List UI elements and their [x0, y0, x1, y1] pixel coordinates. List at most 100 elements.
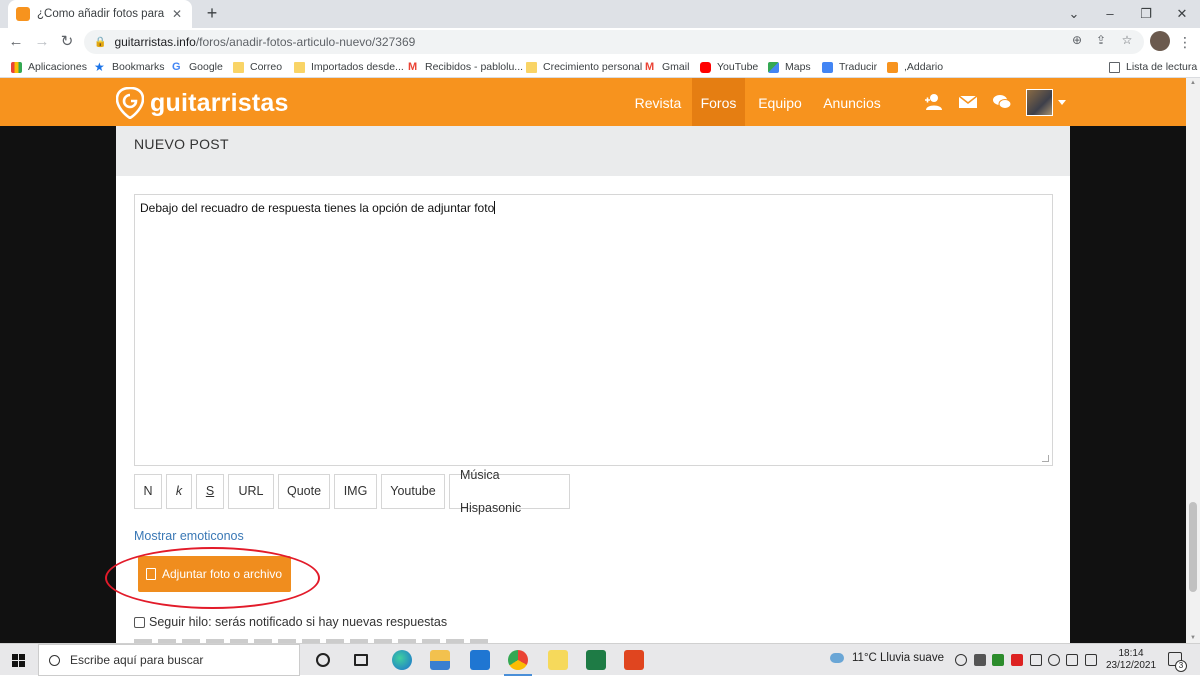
apps-icon — [11, 61, 22, 73]
bookmark-bookmarks[interactable]: ★ Bookmarks — [94, 59, 165, 75]
battery-icon[interactable] — [1030, 654, 1042, 666]
post-header: NUEVO POST — [116, 126, 1070, 176]
system-clock[interactable]: 18:14 23/12/2021 — [1106, 648, 1156, 672]
close-window-button[interactable]: ✕ — [1172, 4, 1192, 24]
browser-tab-strip: ¿Como añadir fotos para un artículo ✕ + … — [0, 0, 1200, 28]
content-panel: NUEVO POST Debajo del recuadro de respue… — [105, 126, 1070, 643]
bookmark-addario[interactable]: ,Addario — [887, 59, 943, 75]
tab-search-icon[interactable]: ⌄ — [1064, 4, 1084, 24]
translate-icon — [822, 61, 833, 73]
bookmarks-bar: Aplicaciones ★ Bookmarks G Google Correo I… — [0, 56, 1200, 78]
address-bar[interactable]: 🔒 guitarristas.info/foros/anadir-fotos-a… — [84, 30, 1144, 54]
scroll-up-icon[interactable]: ▲ — [1189, 80, 1197, 86]
add-user-icon[interactable] — [924, 92, 944, 112]
nav-revista[interactable]: Revista — [626, 78, 690, 126]
bookmark-google[interactable]: G Google — [172, 59, 223, 75]
site-logo[interactable]: guitarristas — [116, 87, 289, 119]
reading-list[interactable]: Lista de lectura — [1109, 59, 1197, 75]
bookmark-gmail[interactable]: M Gmail — [645, 59, 689, 75]
scroll-down-icon[interactable]: ▼ — [1189, 635, 1197, 641]
office-icon[interactable] — [624, 650, 644, 670]
chrome-icon[interactable] — [504, 650, 532, 676]
close-tab-icon[interactable]: ✕ — [170, 7, 184, 21]
url-path: /foros/anadir-fotos-articulo-nuevo/32736… — [195, 35, 416, 49]
speaker-icon[interactable] — [1066, 654, 1078, 666]
browser-tab[interactable]: ¿Como añadir fotos para un artículo ✕ — [8, 0, 192, 28]
taskbar-search-input[interactable]: Escribe aquí para buscar — [38, 644, 300, 676]
logo-text: guitarristas — [150, 88, 289, 117]
follow-thread-label[interactable]: Seguir hilo: serás notificado si hay nue… — [149, 615, 447, 629]
user-avatar[interactable] — [1026, 89, 1053, 116]
profile-avatar[interactable] — [1150, 31, 1170, 51]
star-icon: ★ — [94, 59, 105, 74]
site-header: guitarristas Revista Foros Equipo Anunci… — [0, 78, 1186, 126]
quote-button[interactable]: Quote — [278, 474, 330, 509]
post-body-text: Debajo del recuadro de respuesta tienes … — [140, 201, 495, 215]
tray-cloud-icon[interactable] — [955, 654, 967, 666]
excel-icon[interactable] — [586, 650, 606, 670]
notes-app-icon[interactable] — [548, 650, 568, 670]
bookmark-importados[interactable]: Importados desde... — [294, 59, 404, 75]
nav-anuncios[interactable]: Anuncios — [815, 78, 889, 126]
share-icon[interactable]: ⇪ — [1092, 32, 1110, 48]
bookmark-maps[interactable]: Maps — [768, 59, 811, 75]
folder-icon — [526, 61, 537, 73]
zoom-icon[interactable]: ⊕ — [1068, 32, 1086, 48]
antivirus-icon[interactable] — [1011, 654, 1023, 666]
bookmark-traducir[interactable]: Traducir — [822, 59, 877, 75]
nav-equipo[interactable]: Equipo — [748, 78, 812, 126]
url-button[interactable]: URL — [228, 474, 274, 509]
bookmark-recibidos[interactable]: M Recibidos - pablolu... — [408, 59, 523, 75]
guitar-pick-icon — [116, 87, 144, 119]
clock-time: 18:14 — [1118, 648, 1144, 659]
edge-icon[interactable] — [392, 650, 412, 670]
keyboard-icon[interactable] — [1085, 654, 1097, 666]
search-icon — [49, 654, 60, 666]
page-scrollbar[interactable]: ▲ ▼ — [1186, 78, 1200, 643]
windows-taskbar: Escribe aquí para buscar 11°C Lluvia sua… — [0, 643, 1200, 676]
scroll-thumb[interactable] — [1189, 502, 1197, 592]
underline-button[interactable]: S — [196, 474, 224, 509]
windows-start-icon[interactable] — [12, 654, 25, 667]
chat-icon[interactable] — [992, 92, 1012, 112]
gmail-icon: M — [408, 60, 418, 73]
file-explorer-icon[interactable] — [430, 650, 450, 670]
browser-menu-icon[interactable]: ⋮ — [1178, 32, 1192, 52]
back-icon[interactable]: ← — [6, 32, 26, 52]
reading-list-icon — [1109, 61, 1120, 73]
musica-hispasonic-button[interactable]: Música Hispasonic — [449, 468, 570, 515]
web-page: guitarristas Revista Foros Equipo Anunci… — [0, 78, 1186, 643]
post-textarea[interactable]: Debajo del recuadro de respuesta tienes … — [134, 194, 1053, 466]
network-icon[interactable] — [1048, 654, 1060, 666]
italic-button[interactable]: k — [166, 474, 192, 509]
bookmark-star-icon[interactable]: ☆ — [1118, 32, 1136, 48]
reload-icon[interactable]: ↻ — [57, 32, 77, 52]
nav-foros[interactable]: Foros — [692, 78, 745, 126]
weather-widget[interactable]: 11°C Lluvia suave — [830, 652, 944, 664]
mail-app-icon[interactable] — [470, 650, 490, 670]
task-view-icon[interactable] — [354, 654, 368, 666]
img-button[interactable]: IMG — [334, 474, 377, 509]
bookmark-aplicaciones[interactable]: Aplicaciones — [11, 59, 87, 75]
forward-icon[interactable]: → — [32, 32, 52, 52]
bookmark-crecimiento[interactable]: Crecimiento personal — [526, 59, 642, 75]
highlight-annotation — [105, 547, 320, 609]
restore-button[interactable]: ❐ — [1136, 4, 1156, 24]
tray-app-icon[interactable] — [974, 654, 986, 666]
follow-thread-checkbox[interactable] — [134, 616, 145, 628]
new-tab-button[interactable]: + — [202, 4, 222, 24]
nvidia-icon[interactable] — [992, 654, 1004, 666]
youtube-icon — [700, 61, 711, 73]
bold-button[interactable]: N — [134, 474, 162, 509]
bookmark-youtube[interactable]: YouTube — [700, 59, 758, 75]
chevron-down-icon[interactable] — [1058, 100, 1066, 105]
minimize-button[interactable]: – — [1100, 4, 1120, 24]
mail-icon[interactable] — [958, 92, 978, 112]
resize-handle-icon[interactable] — [1042, 455, 1049, 462]
bookmark-correo[interactable]: Correo — [233, 59, 282, 75]
lock-icon: 🔒 — [94, 36, 107, 48]
youtube-button[interactable]: Youtube — [381, 474, 445, 509]
show-emoticons-link[interactable]: Mostrar emoticonos — [134, 529, 244, 543]
tab-title: ¿Como añadir fotos para un artículo — [37, 8, 166, 20]
cortana-icon[interactable] — [316, 653, 330, 667]
